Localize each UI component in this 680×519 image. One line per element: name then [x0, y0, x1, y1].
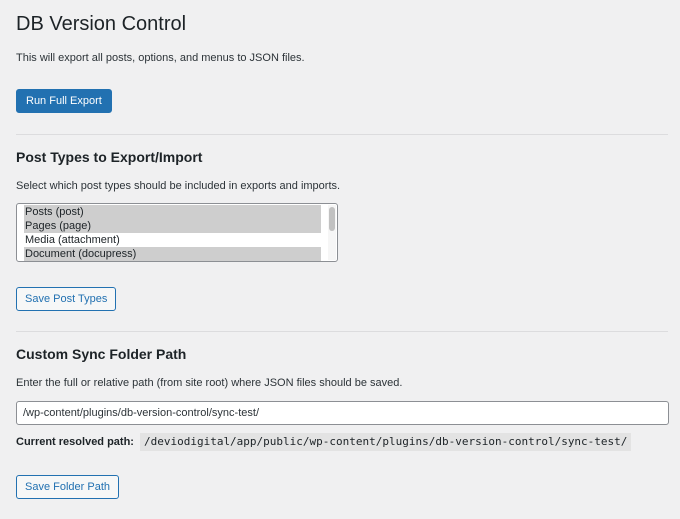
save-folder-path-button[interactable]: Save Folder Path: [16, 475, 119, 499]
run-full-export-button[interactable]: Run Full Export: [16, 89, 112, 113]
post-types-heading: Post Types to Export/Import: [16, 149, 203, 165]
post-types-description: Select which post types should be includ…: [16, 180, 341, 192]
post-type-option-post[interactable]: Posts (post): [24, 205, 321, 219]
save-post-types-button[interactable]: Save Post Types: [16, 287, 117, 311]
section-divider: [16, 134, 668, 135]
post-types-select[interactable]: Posts (post) Pages (page) Media (attachm…: [16, 203, 338, 262]
post-type-option-attachment[interactable]: Media (attachment): [24, 233, 321, 247]
settings-page: DB Version Control This will export all …: [0, 0, 680, 519]
scrollbar-thumb[interactable]: [329, 207, 335, 231]
sync-folder-path-input[interactable]: [16, 401, 669, 425]
sync-folder-description: Enter the full or relative path (from si…: [16, 377, 403, 389]
export-description: This will export all posts, options, and…: [16, 52, 305, 64]
post-type-option-page[interactable]: Pages (page): [24, 219, 321, 233]
post-types-scrollbar[interactable]: [328, 205, 336, 260]
post-type-option-docupress[interactable]: Document (docupress): [24, 247, 321, 261]
resolved-path-row: Current resolved path: /deviodigital/app…: [16, 433, 632, 451]
sync-folder-heading: Custom Sync Folder Path: [16, 346, 187, 362]
page-title: DB Version Control: [16, 13, 187, 35]
resolved-path-label: Current resolved path:: [16, 436, 134, 448]
section-divider: [16, 331, 668, 332]
resolved-path-value: /deviodigital/app/public/wp-content/plug…: [139, 433, 632, 451]
